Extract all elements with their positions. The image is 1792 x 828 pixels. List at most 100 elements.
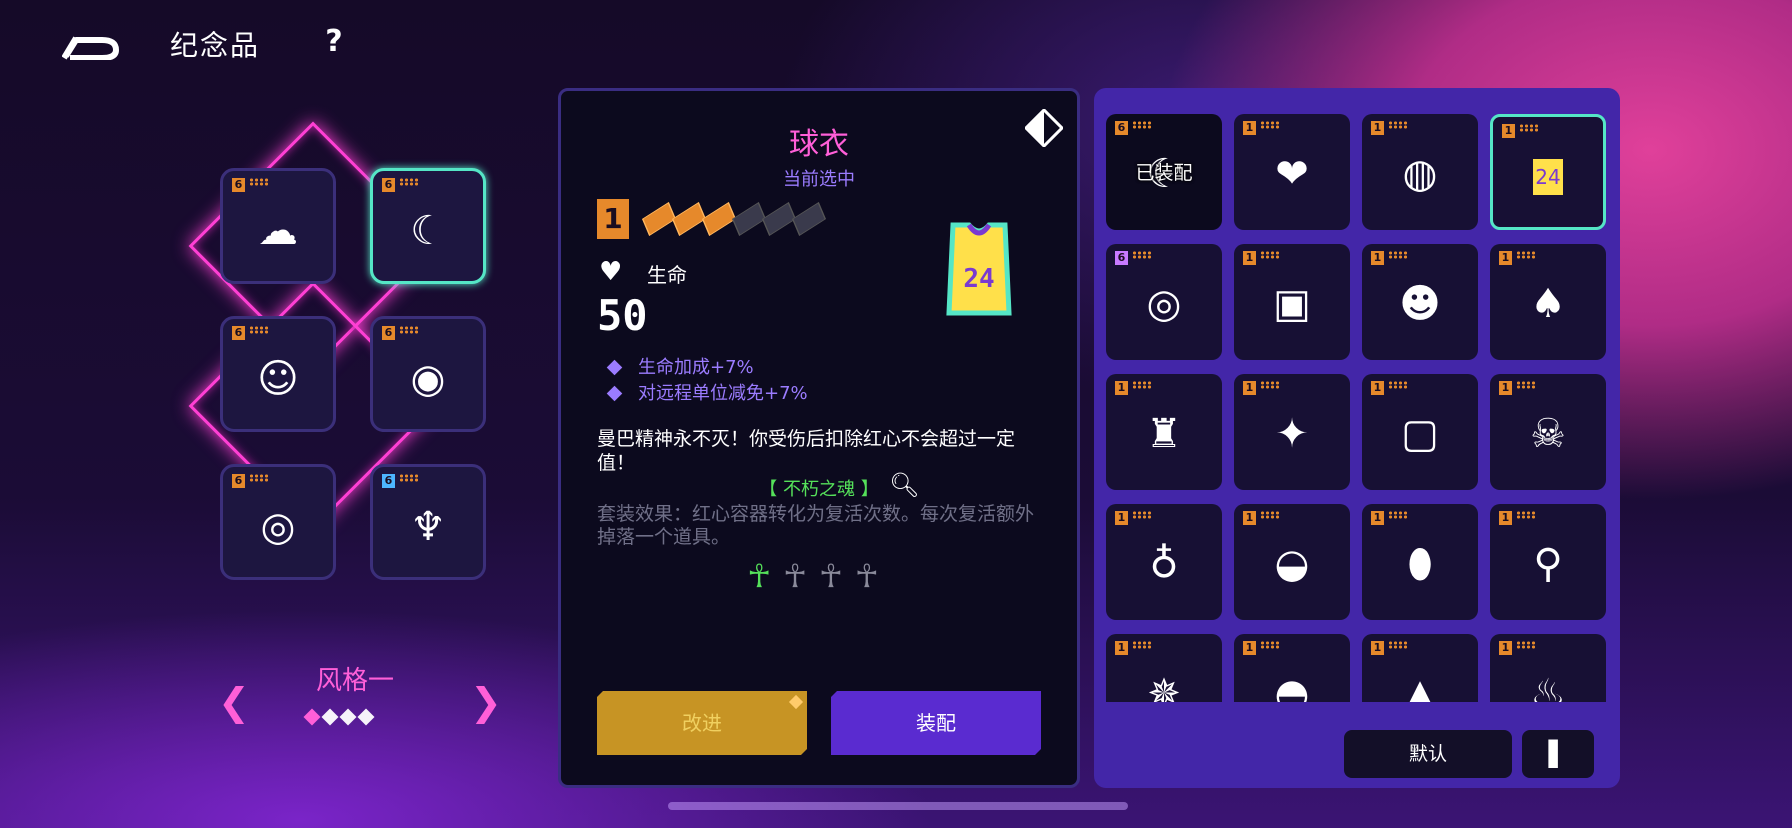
tier-badge: 1 — [1371, 121, 1384, 135]
tier-badge: 6 — [232, 474, 245, 488]
inventory-slot[interactable]: 1 ❤ — [1234, 114, 1350, 230]
ankh-icon: ☥ — [854, 557, 891, 595]
back-icon[interactable] — [62, 26, 120, 60]
tier-badge: 6 — [382, 326, 395, 340]
tier-badge: 1 — [1371, 511, 1384, 525]
inventory-slot[interactable]: 1 ♁ — [1106, 504, 1222, 620]
next-style-arrow[interactable]: ❯ — [470, 680, 502, 724]
helmet-icon: ◒ — [1274, 541, 1310, 587]
item-name: 球衣 — [789, 127, 849, 162]
rank-dots — [1519, 124, 1539, 132]
magnifier-icon: ⚲ — [1533, 541, 1563, 587]
default-sort-button[interactable]: 默认 — [1344, 730, 1512, 778]
loadout-slot[interactable]: 6 ♆ — [370, 464, 486, 580]
notification-dot — [789, 695, 803, 709]
rank-dots — [1132, 641, 1152, 649]
equip-button[interactable]: 装配 — [831, 691, 1041, 755]
tier-badge: 1 — [1115, 511, 1128, 525]
page-dot[interactable] — [357, 708, 375, 726]
heart-icon: ♥ — [599, 257, 623, 287]
inventory-slot[interactable]: 1 ▣ — [1234, 244, 1350, 360]
page-dot[interactable] — [339, 708, 357, 726]
inventory-slot[interactable]: 1 ⬮ — [1362, 504, 1478, 620]
panda-skull-icon: ☠ — [1530, 411, 1566, 457]
gem-icon: ◉ — [410, 356, 446, 402]
loadout-slot[interactable]: 6 ☾ — [370, 168, 486, 284]
style-pager[interactable] — [303, 708, 378, 727]
rank-dots — [399, 178, 419, 186]
level-pip — [642, 202, 676, 236]
page-dot[interactable] — [303, 708, 321, 726]
prev-style-arrow[interactable]: ❮ — [218, 680, 250, 724]
loadout-slot[interactable]: 6 ☺ — [220, 316, 336, 432]
inventory-grid[interactable]: 6 ☾ 已装配 1 ❤ 1 ◍ 1 24 6 ◎ 1 ▣ 1 ☻ 1 ♠ 1 ♜ 1 ✦ 1 ▢ 1 ☠ 1 ♁ 1 ◒ 1 ⬮ 1 ⚲ 1 ✵ 1 ◓… — [1106, 114, 1606, 702]
rank-dots — [1388, 121, 1408, 129]
loadout-slot[interactable]: 6 ◎ — [220, 464, 336, 580]
rank-dots — [1516, 251, 1536, 259]
upgrade-button[interactable]: 改进 — [597, 691, 807, 755]
tier-badge: 6 — [232, 178, 245, 192]
spider-icon: ✵ — [1147, 671, 1181, 702]
target-icon: ◎ — [1146, 281, 1182, 327]
tier-badge: 1 — [1371, 641, 1384, 655]
item-status: 当前选中 — [783, 169, 855, 190]
loadout-slot[interactable]: 6 ◉ — [370, 316, 486, 432]
loadout-panel: 6 ☁ 6 ☾ 6 ☺ 6 ◉ 6 ◎ 6 ♆ — [180, 121, 530, 628]
level-badge: 1 — [597, 199, 629, 239]
magnify-icon[interactable]: 🔍︎ — [889, 471, 919, 499]
set-name[interactable]: 【 不朽之魂 】 — [561, 475, 1077, 501]
inventory-slot[interactable]: 6 ☾ 已装配 — [1106, 114, 1222, 230]
loadout-slot[interactable]: 6 ☁ — [220, 168, 336, 284]
inventory-slot[interactable]: 1 ☠ — [1490, 374, 1606, 490]
inventory-slot[interactable]: 1 ✦ — [1234, 374, 1350, 490]
level-progress — [642, 199, 826, 236]
set-pieces: ☥☥☥☥ — [561, 557, 1077, 595]
inventory-slot[interactable]: 1 ◓ — [1234, 634, 1350, 702]
tier-badge: 1 — [1499, 641, 1512, 655]
rank-dots — [1516, 641, 1536, 649]
cloak-icon: ♜ — [1146, 411, 1182, 457]
inventory-slot[interactable]: 1 ☻ — [1362, 244, 1478, 360]
inventory-slot[interactable]: 6 ◎ — [1106, 244, 1222, 360]
inventory-slot[interactable]: 1 ◒ — [1234, 504, 1350, 620]
bonus-text: 对远程单位减免+7% — [638, 383, 808, 404]
gingerbread-icon: ☺ — [257, 356, 299, 402]
inventory-slot[interactable]: 1 ⚲ — [1490, 504, 1606, 620]
bowl-icon: ◓ — [1274, 671, 1310, 702]
sort-toggle-button[interactable]: ▌ — [1522, 730, 1594, 778]
inventory-slot[interactable]: 1 ♠ — [1490, 244, 1606, 360]
donut-icon: ◎ — [260, 504, 296, 550]
inventory-slot[interactable]: 1 ◍ — [1362, 114, 1478, 230]
bonus-line: 生命加成+7% — [606, 353, 754, 379]
lantern-icon: ⬮ — [1407, 541, 1433, 587]
compare-icon[interactable] — [1025, 109, 1063, 147]
inventory-slot[interactable]: 1 ✵ — [1106, 634, 1222, 702]
inventory-slot[interactable]: 1 ▢ — [1362, 374, 1478, 490]
baseball-icon: ◍ — [1402, 151, 1438, 197]
level-pip — [672, 202, 706, 236]
help-button[interactable]: ? — [314, 22, 354, 62]
page-dot[interactable] — [321, 708, 339, 726]
tier-badge: 6 — [382, 178, 395, 192]
stat-value: 50 — [597, 291, 648, 340]
rank-dots — [249, 474, 269, 482]
rank-dots — [1388, 641, 1408, 649]
devil-mask-icon: ☻ — [1399, 281, 1441, 327]
rank-dots — [1516, 381, 1536, 389]
jersey-number: 24 — [963, 264, 994, 294]
rank-dots — [249, 326, 269, 334]
inventory-slot[interactable]: 1 ♜ — [1106, 374, 1222, 490]
set-description: 套装效果：红心容器转化为复活次数。每次复活额外掉落一个道具。 — [597, 503, 1035, 548]
bonus-line: 对远程单位减免+7% — [606, 379, 808, 405]
inventory-slot[interactable]: 1 ▲ — [1362, 634, 1478, 702]
rank-dots — [1260, 641, 1280, 649]
heart-amulet-icon: ❤ — [1275, 151, 1309, 197]
inventory-slot[interactable]: 1 24 — [1490, 114, 1606, 230]
style-label: 风格一 — [315, 666, 394, 696]
tier-badge: 1 — [1502, 124, 1515, 138]
inventory-slot[interactable]: 1 ♨ — [1490, 634, 1606, 702]
tier-badge: 6 — [232, 326, 245, 340]
rank-dots — [1388, 381, 1408, 389]
tier-badge: 1 — [1115, 381, 1128, 395]
tier-badge: 6 — [1115, 251, 1128, 265]
